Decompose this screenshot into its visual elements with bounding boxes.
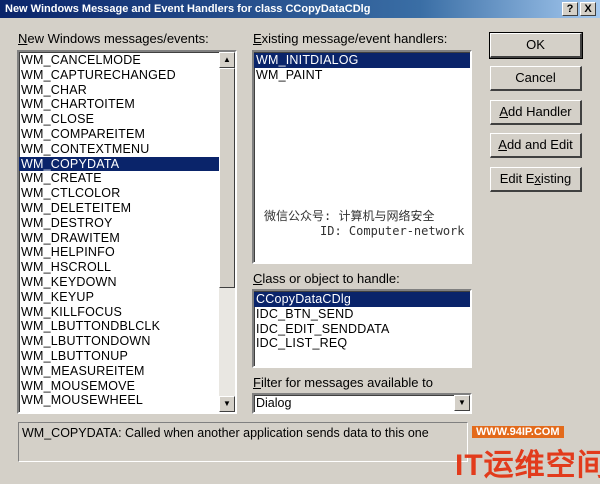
- handler-item[interactable]: WM_INITDIALOG: [254, 53, 470, 68]
- message-item[interactable]: WM_CAPTURECHANGED: [19, 68, 219, 83]
- messages-list[interactable]: WM_CANCELMODE WM_CAPTURECHANGED WM_CHAR WM_…: [17, 50, 237, 414]
- handler-item[interactable]: WM_PAINT: [254, 68, 470, 83]
- description-text: WM_COPYDATA: Called when another applica…: [18, 422, 468, 462]
- scroll-up-icon[interactable]: ▲: [219, 52, 235, 68]
- message-item[interactable]: WM_CTLCOLOR: [19, 186, 219, 201]
- message-item[interactable]: WM_CHARTOITEM: [19, 97, 219, 112]
- message-item[interactable]: WM_MOUSEWHEEL: [19, 393, 219, 408]
- message-item[interactable]: WM_DELETEITEM: [19, 201, 219, 216]
- message-item[interactable]: WM_CLOSE: [19, 112, 219, 127]
- filter-combobox[interactable]: Dialog ▼: [252, 393, 472, 414]
- message-item[interactable]: WM_LBUTTONDBLCLK: [19, 319, 219, 334]
- window-title: New Windows Message and Event Handlers f…: [5, 3, 371, 15]
- filter-label: Filter for messages available to: [253, 375, 433, 390]
- messages-scrollbar[interactable]: ▲ ▼: [219, 52, 235, 412]
- message-item[interactable]: WM_CANCELMODE: [19, 53, 219, 68]
- edit-existing-button[interactable]: Edit Existing: [490, 167, 582, 192]
- watermark-line2: ID: Computer-network: [320, 224, 465, 238]
- add-and-edit-button[interactable]: Add and Edit: [490, 133, 582, 158]
- message-item[interactable]: WM_COMPAREITEM: [19, 127, 219, 142]
- message-item[interactable]: WM_MEASUREITEM: [19, 364, 219, 379]
- message-item[interactable]: WM_DESTROY: [19, 216, 219, 231]
- message-item[interactable]: WM_KILLFOCUS: [19, 305, 219, 320]
- help-button[interactable]: ?: [562, 2, 578, 16]
- class-list[interactable]: CCopyDataCDlg IDC_BTN_SEND IDC_EDIT_SENDDA…: [252, 289, 472, 368]
- message-item[interactable]: WM_MOUSEMOVE: [19, 379, 219, 394]
- messages-label: New Windows messages/events:: [18, 31, 209, 46]
- class-item[interactable]: IDC_BTN_SEND: [254, 307, 470, 322]
- handlers-list[interactable]: WM_INITDIALOG WM_PAINT 微信公众号: 计算机与网络安全 ID…: [252, 50, 472, 264]
- title-bar: New Windows Message and Event Handlers f…: [0, 0, 600, 18]
- class-item[interactable]: IDC_EDIT_SENDDATA: [254, 322, 470, 337]
- message-item[interactable]: WM_HELPINFO: [19, 245, 219, 260]
- message-item[interactable]: WM_KEYDOWN: [19, 275, 219, 290]
- chevron-down-icon[interactable]: ▼: [454, 395, 470, 411]
- add-handler-button[interactable]: Add Handler: [490, 100, 582, 125]
- handler-dialog: New Windows Message and Event Handlers f…: [0, 0, 600, 482]
- class-item[interactable]: IDC_LIST_REQ: [254, 336, 470, 351]
- message-item[interactable]: WM_CONTEXTMENU: [19, 142, 219, 157]
- class-label: Class or object to handle:: [253, 271, 400, 286]
- message-item[interactable]: WM_HSCROLL: [19, 260, 219, 275]
- cancel-button[interactable]: Cancel: [490, 66, 582, 91]
- message-item[interactable]: WM_CREATE: [19, 171, 219, 186]
- message-item[interactable]: WM_CHAR: [19, 83, 219, 98]
- site-watermark-name: IT运维空间: [455, 449, 600, 482]
- close-button[interactable]: X: [580, 2, 596, 16]
- handlers-label: Existing message/event handlers:: [253, 31, 448, 46]
- message-item[interactable]: WM_LBUTTONDOWN: [19, 334, 219, 349]
- watermark-line1: 微信公众号: 计算机与网络安全: [264, 209, 435, 223]
- filter-value: Dialog: [256, 396, 292, 410]
- message-item[interactable]: WM_DRAWITEM: [19, 231, 219, 246]
- ok-button[interactable]: OK: [489, 32, 583, 59]
- site-watermark-url: WWW.94IP.COM: [472, 426, 564, 438]
- message-item[interactable]: WM_LBUTTONUP: [19, 349, 219, 364]
- message-item[interactable]: WM_KEYUP: [19, 290, 219, 305]
- message-item[interactable]: WM_COPYDATA: [19, 156, 219, 172]
- class-item[interactable]: CCopyDataCDlg: [254, 292, 470, 307]
- scroll-down-icon[interactable]: ▼: [219, 396, 235, 412]
- scroll-thumb[interactable]: [219, 68, 235, 288]
